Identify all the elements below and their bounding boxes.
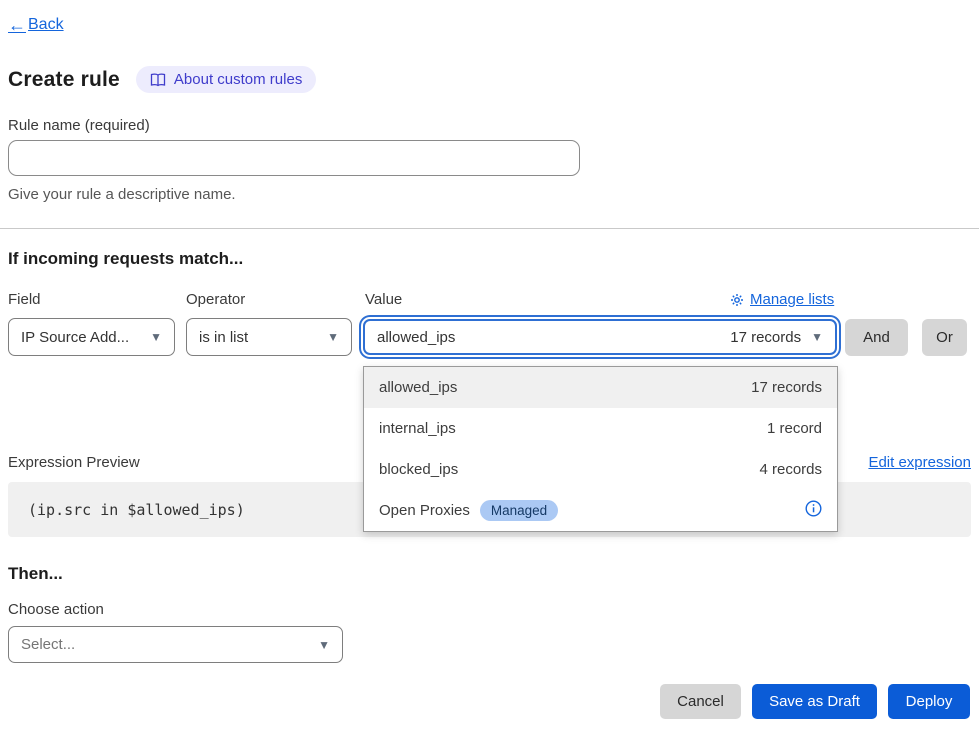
rule-name-label: Rule name (required): [8, 117, 150, 134]
operator-select[interactable]: is in list ▼: [186, 318, 352, 356]
value-select-meta: 17 records: [730, 329, 801, 346]
gear-icon: [730, 293, 744, 307]
section-divider: [0, 228, 979, 229]
field-label: Field: [8, 291, 41, 308]
value-select[interactable]: allowed_ips 17 records ▼: [363, 319, 837, 355]
field-select[interactable]: IP Source Add... ▼: [8, 318, 175, 356]
page-header: Create rule About custom rules: [8, 66, 316, 93]
info-icon[interactable]: [805, 500, 822, 521]
rule-name-input[interactable]: [8, 140, 580, 176]
book-icon: [150, 73, 166, 87]
list-item-name: allowed_ips: [379, 379, 457, 396]
edit-expression-link[interactable]: Edit expression: [868, 454, 971, 471]
chevron-down-icon: ▼: [318, 638, 330, 652]
about-badge-label: About custom rules: [174, 71, 302, 88]
about-custom-rules-link[interactable]: About custom rules: [136, 66, 316, 93]
or-button[interactable]: Or: [922, 319, 967, 356]
list-item-meta: 17 records: [751, 379, 822, 396]
chevron-down-icon: ▼: [811, 330, 823, 344]
list-item-meta: 1 record: [767, 420, 822, 437]
list-item-name: Open Proxies: [379, 502, 470, 519]
list-item-internal-ips[interactable]: internal_ips 1 record: [364, 408, 837, 449]
cancel-button[interactable]: Cancel: [660, 684, 741, 719]
choose-action-label: Choose action: [8, 601, 104, 618]
list-item-name: internal_ips: [379, 420, 456, 437]
operator-label: Operator: [186, 291, 245, 308]
action-select-placeholder: Select...: [21, 636, 75, 653]
value-dropdown-panel: allowed_ips 17 records internal_ips 1 re…: [363, 366, 838, 532]
expression-code: (ip.src in $allowed_ips): [8, 501, 245, 519]
manage-lists-link[interactable]: Manage lists: [730, 291, 840, 308]
deploy-button[interactable]: Deploy: [888, 684, 970, 719]
value-select-name: allowed_ips: [377, 329, 455, 346]
value-label: Value: [365, 291, 402, 308]
expression-preview-label: Expression Preview: [8, 454, 140, 471]
list-item-meta: 4 records: [759, 461, 822, 478]
chevron-down-icon: ▼: [327, 330, 339, 344]
back-label: Back: [28, 16, 64, 34]
page-title: Create rule: [8, 68, 120, 92]
match-section-heading: If incoming requests match...: [8, 249, 243, 269]
list-item-blocked-ips[interactable]: blocked_ips 4 records: [364, 449, 837, 490]
create-rule-page: ← Back Create rule About custom rules Ru…: [0, 0, 979, 739]
back-arrow-icon: ←: [8, 16, 26, 34]
managed-badge: Managed: [480, 500, 558, 521]
action-select[interactable]: Select... ▼: [8, 626, 343, 663]
list-item-name: blocked_ips: [379, 461, 458, 478]
then-section-heading: Then...: [8, 564, 63, 584]
operator-select-value: is in list: [199, 329, 248, 346]
manage-lists-label: Manage lists: [750, 291, 834, 308]
rule-name-help-text: Give your rule a descriptive name.: [8, 186, 236, 203]
list-item-allowed-ips[interactable]: allowed_ips 17 records: [364, 367, 837, 408]
chevron-down-icon: ▼: [150, 330, 162, 344]
back-link[interactable]: ← Back: [8, 16, 64, 34]
list-item-open-proxies[interactable]: Open Proxies Managed: [364, 490, 837, 531]
and-button[interactable]: And: [845, 319, 908, 356]
field-select-value: IP Source Add...: [21, 329, 129, 346]
save-as-draft-button[interactable]: Save as Draft: [752, 684, 877, 719]
